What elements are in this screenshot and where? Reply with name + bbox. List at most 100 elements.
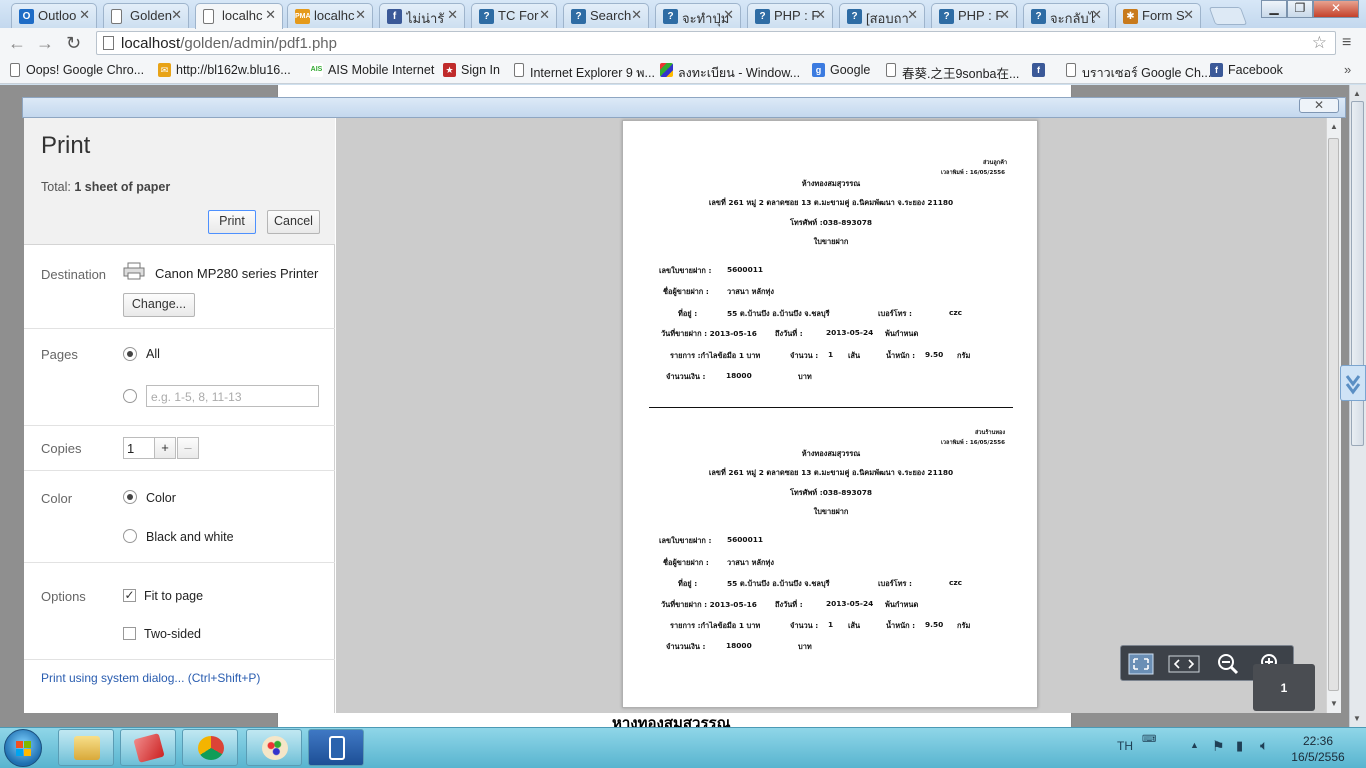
close-window-button[interactable]: ✕ xyxy=(1313,0,1359,18)
bookmark-item[interactable]: Oops! Google Chro... xyxy=(8,63,144,77)
pages-custom-radio[interactable] xyxy=(123,389,137,403)
close-icon[interactable]: ✕ xyxy=(815,7,826,23)
download-side-tab[interactable] xyxy=(1340,365,1366,401)
address-label: ที่อยู่ : xyxy=(678,579,698,588)
language-indicator[interactable]: TH xyxy=(1117,739,1133,753)
bookmark-item[interactable]: บราวเซอร์ Google Ch... xyxy=(1064,63,1211,83)
tel-label: เบอร์โทร : xyxy=(878,579,912,588)
receipt-shop-name: ห้างทองสมสุวรรณ xyxy=(801,179,861,188)
close-icon[interactable]: ✕ xyxy=(171,7,182,23)
volume-icon[interactable]: 🔈︎ xyxy=(1260,737,1268,754)
tab-localhost-active[interactable]: localhc ✕ xyxy=(195,3,283,29)
pages-range-input[interactable]: e.g. 1-5, 8, 11-13 xyxy=(146,385,319,407)
close-icon[interactable]: ✕ xyxy=(723,7,734,23)
until-value: 2013-05-24 xyxy=(826,599,874,608)
zoom-out-icon xyxy=(1218,654,1239,675)
bookmark-item[interactable]: ✉ http://bl162w.blu16... xyxy=(158,63,291,77)
minimize-button[interactable]: ▁ xyxy=(1261,0,1287,18)
black-and-white-radio[interactable] xyxy=(123,529,137,543)
forum-icon: ? xyxy=(571,9,586,24)
copies-increment-button[interactable]: + xyxy=(154,437,176,459)
maximize-button[interactable]: ❐ xyxy=(1287,0,1313,18)
flag-icon[interactable]: ⚑ xyxy=(1212,738,1225,755)
show-hidden-icons[interactable]: ▲ xyxy=(1190,740,1199,750)
scroll-down-icon[interactable]: ▼ xyxy=(1353,714,1361,723)
tab-form[interactable]: ✱ Form S ✕ xyxy=(1115,3,1201,28)
close-icon[interactable]: ✕ xyxy=(907,7,918,23)
taskbar-explorer[interactable] xyxy=(58,729,114,766)
taskbar-phone-app[interactable] xyxy=(308,729,364,766)
new-tab-button[interactable] xyxy=(1208,7,1248,25)
amount-value: 18000 xyxy=(726,641,752,650)
print-button[interactable]: Print xyxy=(208,210,256,234)
bookmark-item[interactable]: Internet Explorer 9 พ... xyxy=(512,63,655,83)
forum-icon: ? xyxy=(755,9,770,24)
scroll-up-icon[interactable]: ▲ xyxy=(1353,89,1361,98)
taskbar-chrome[interactable] xyxy=(182,729,238,766)
bookmark-item[interactable]: g Google xyxy=(812,63,870,77)
tab-tc-forum[interactable]: ? TC For ✕ xyxy=(471,3,557,28)
gear-icon: ✱ xyxy=(1123,9,1138,24)
preview-scrollbar-thumb[interactable] xyxy=(1328,138,1339,691)
close-icon[interactable]: ✕ xyxy=(447,7,458,23)
tab-php-1[interactable]: ? PHP : F ✕ xyxy=(747,3,833,28)
close-icon[interactable]: ✕ xyxy=(355,7,366,23)
scroll-up-icon[interactable]: ▲ xyxy=(1330,122,1338,131)
google-icon: g xyxy=(812,63,825,77)
close-icon[interactable]: ✕ xyxy=(1299,98,1339,113)
bookmark-item[interactable]: 春葵.之王9sonba在... xyxy=(884,63,1019,82)
tab-thai-3[interactable]: ? จะกลับไ ✕ xyxy=(1023,3,1109,28)
folder-icon xyxy=(74,736,100,760)
tab-search[interactable]: ? Search ✕ xyxy=(563,3,649,28)
taskbar-paint[interactable] xyxy=(246,729,302,766)
tab-facebook[interactable]: f ไม่น่ารั ✕ xyxy=(379,3,465,28)
close-icon[interactable]: ✕ xyxy=(999,7,1010,23)
two-sided-checkbox[interactable] xyxy=(123,627,136,640)
receipt-phone: โทรศัพท์ :038-893078 xyxy=(789,488,873,497)
fit-page-button[interactable] xyxy=(1122,649,1160,679)
bookmarks-overflow-icon[interactable]: » xyxy=(1344,62,1351,77)
taskbar-clock[interactable]: 22:36 16/5/2556 xyxy=(1286,733,1350,765)
scroll-down-icon[interactable]: ▼ xyxy=(1330,699,1338,708)
tab-golden[interactable]: Golden ✕ xyxy=(103,3,189,28)
address-bar[interactable]: localhost/golden/admin/pdf1.php ☆ xyxy=(96,31,1336,55)
forward-icon[interactable]: → xyxy=(36,33,54,54)
close-icon[interactable]: ✕ xyxy=(79,7,90,23)
system-dialog-link[interactable]: Print using system dialog... (Ctrl+Shift… xyxy=(41,671,260,685)
close-icon[interactable]: ✕ xyxy=(265,7,276,23)
bookmark-item[interactable]: AIS AIS Mobile Internet xyxy=(310,63,434,77)
fit-width-button[interactable] xyxy=(1165,649,1203,679)
keyboard-icon[interactable]: ⌨ xyxy=(1142,734,1156,745)
close-icon[interactable]: ✕ xyxy=(631,7,642,23)
change-destination-button[interactable]: Change... xyxy=(123,293,195,317)
color-radio[interactable] xyxy=(123,490,137,504)
tab-localhost-pma[interactable]: PMA localhc ✕ xyxy=(287,3,373,28)
back-icon[interactable]: ← xyxy=(8,33,26,54)
weight-unit: กรัม xyxy=(957,351,971,360)
pages-all-radio[interactable] xyxy=(123,347,137,361)
tab-outlook[interactable]: O Outloo ✕ xyxy=(11,3,97,28)
bookmark-item[interactable]: ★ Sign In xyxy=(443,63,500,77)
close-icon[interactable]: ✕ xyxy=(539,7,550,23)
start-button[interactable] xyxy=(4,729,42,767)
power-icon[interactable]: ▮ xyxy=(1236,738,1243,754)
copies-input[interactable]: 1 xyxy=(123,437,155,459)
tab-php-2[interactable]: ? PHP : F ✕ xyxy=(931,3,1017,28)
reload-icon[interactable]: ↻ xyxy=(66,33,81,54)
fit-to-page-label: Fit to page xyxy=(144,589,204,603)
bookmark-star-icon[interactable]: ☆ xyxy=(1312,33,1327,53)
zoom-out-button[interactable] xyxy=(1209,649,1247,679)
tab-thai-2[interactable]: ? [สอบถา ✕ xyxy=(839,3,925,28)
tab-thai-1[interactable]: ? จะทำปุ่ม ✕ xyxy=(655,3,741,28)
cancel-button[interactable]: Cancel xyxy=(267,210,320,234)
bookmark-item[interactable]: f Facebook xyxy=(1210,63,1283,77)
qty-unit: เส้น xyxy=(848,351,861,360)
taskbar-app[interactable] xyxy=(120,729,176,766)
bookmark-item[interactable]: ลงทะเบียน - Window... xyxy=(660,63,800,83)
tel-value: czc xyxy=(949,578,963,587)
copies-decrement-button[interactable]: – xyxy=(177,437,199,459)
fit-to-page-checkbox[interactable]: ✓ xyxy=(123,589,136,602)
close-icon[interactable]: ✕ xyxy=(1183,7,1194,23)
close-icon[interactable]: ✕ xyxy=(1091,7,1102,23)
menu-icon[interactable]: ≡ xyxy=(1342,34,1351,52)
